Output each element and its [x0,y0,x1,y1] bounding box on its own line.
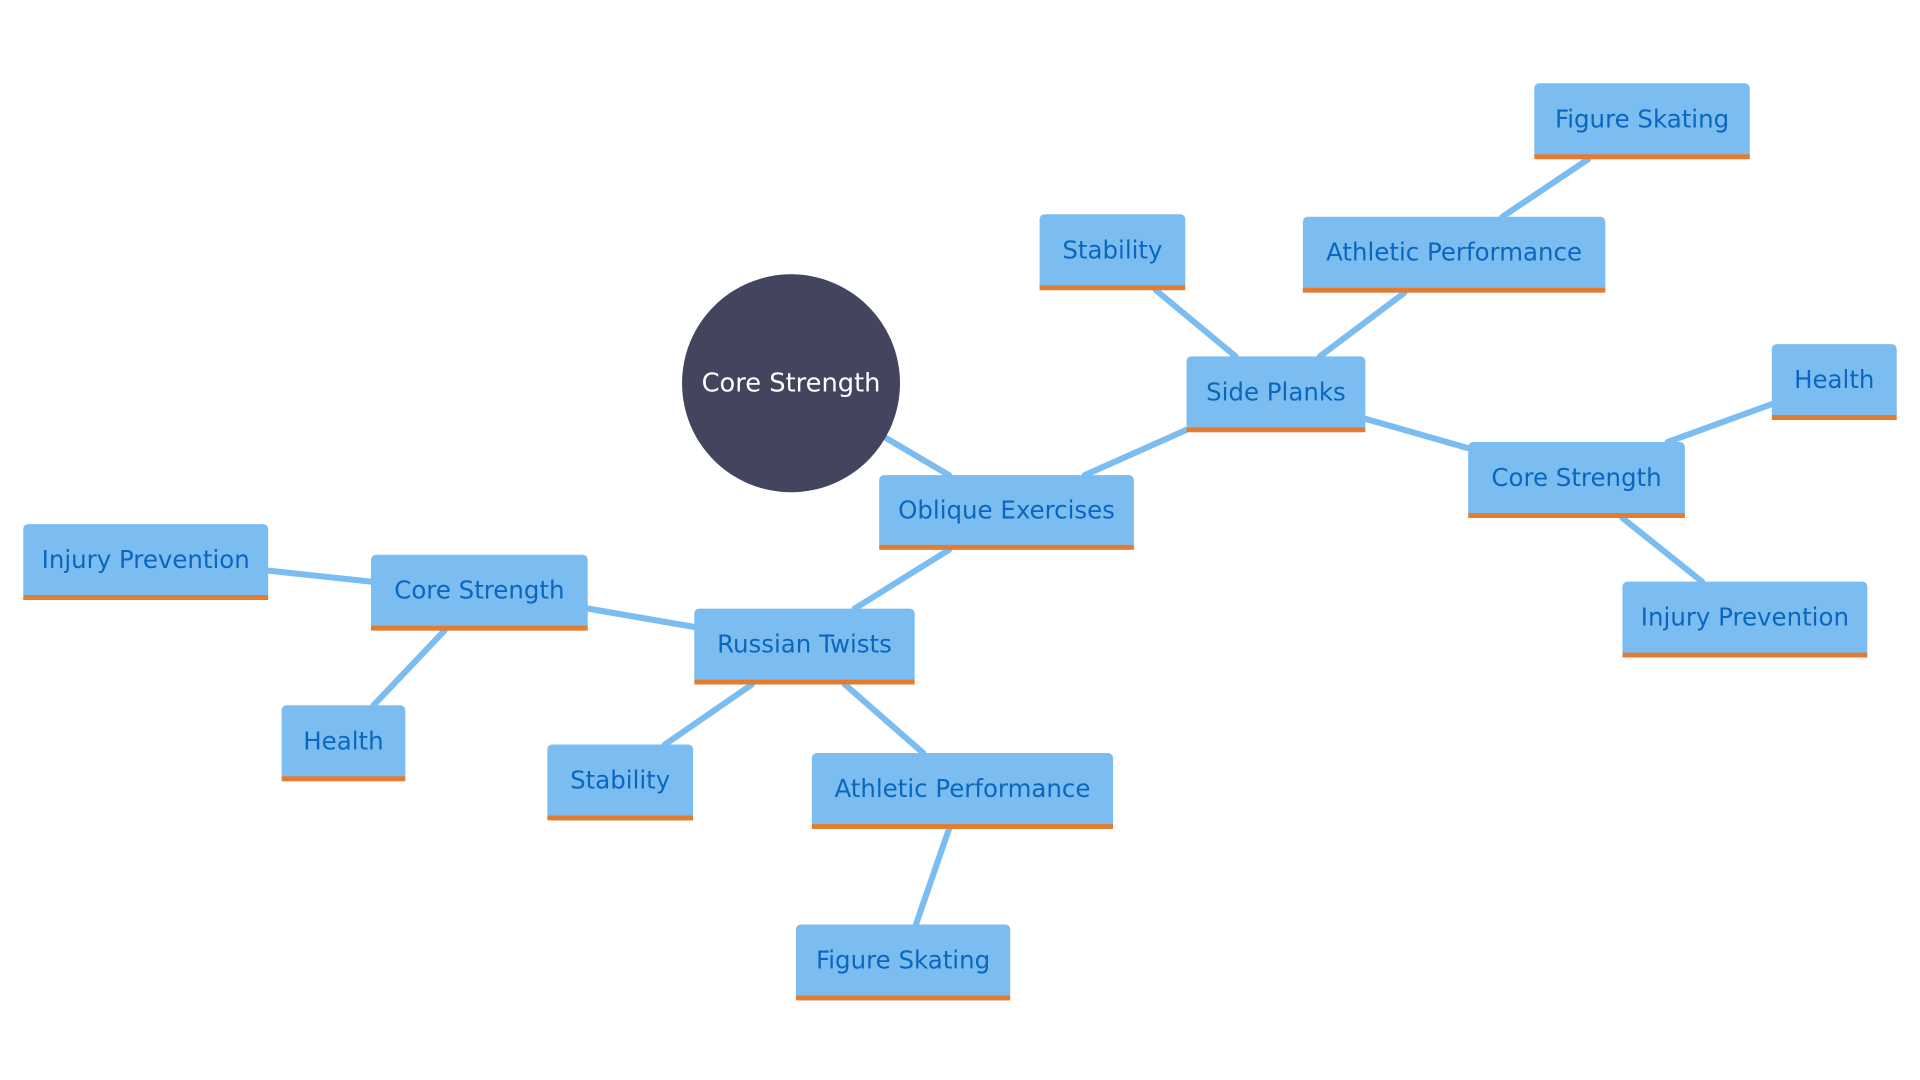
edge-sp_core-sp_injury [1619,514,1706,585]
node-underline [795,995,1011,1001]
node-rt-athletic[interactable]: Athletic Performance [811,753,1114,829]
node-underline [811,824,1114,829]
root-node[interactable]: Core Strength [682,274,900,493]
node-label: Stability [1062,235,1162,264]
node-underline [371,625,588,631]
node-underline [23,595,269,600]
node-underline [1468,513,1685,518]
edge-russian-rt_core [584,605,698,630]
node-underline [1302,287,1606,293]
edge-rt_athletic-rt_figure [912,825,953,928]
node-rt-health[interactable]: Health [281,705,406,782]
node-sideplanks[interactable]: Side Planks [1186,356,1366,433]
mind-map: Core Strength Oblique Exercises Side Plank… [23,83,1897,1001]
edge-rt_core-rt_health [370,627,448,709]
node-underline [879,544,1134,550]
node-sp-athletic[interactable]: Athletic Performance [1302,216,1606,293]
node-underline [1771,415,1897,420]
node-label: Athletic Performance [1326,238,1582,267]
node-label: Core Strength [1491,463,1661,492]
node-label: Health [303,726,383,755]
node-underline [694,679,915,685]
edge-root-oblique [883,435,953,479]
node-sp-core[interactable]: Core Strength [1468,442,1685,518]
node-underline [1534,154,1750,160]
node-label: Side Planks [1206,377,1346,406]
node-label: Injury Prevention [42,545,250,574]
edge-sp_athletic-sp_figure [1499,156,1592,220]
node-label: Athletic Performance [834,774,1090,803]
edge-russian-rt_athletic [841,681,927,757]
node-russian[interactable]: Russian Twists [694,608,915,685]
edge-sp_core-sp_health [1664,401,1775,446]
edge-oblique-sideplanks [1081,426,1190,479]
node-label: Stability [570,766,670,795]
node-underline [1186,427,1366,433]
node-sp-figure[interactable]: Figure Skating [1534,83,1750,160]
node-oblique[interactable]: Oblique Exercises [879,475,1134,550]
node-rt-core[interactable]: Core Strength [371,554,588,631]
node-rt-injury[interactable]: Injury Prevention [23,524,269,600]
node-underline [547,815,694,821]
node-label: Figure Skating [816,946,990,975]
node-label: Oblique Exercises [898,496,1115,525]
edge-sideplanks-sp_stability [1152,287,1239,360]
node-underline [1039,285,1186,291]
node-label: Health [1794,365,1874,394]
root-label: Core Strength [702,368,881,398]
node-sp-stability[interactable]: Stability [1039,214,1186,291]
edge-sideplanks-sp_core [1362,415,1472,452]
edge-rt_core-rt_injury [265,567,375,585]
edge-sideplanks-sp_athletic [1316,289,1408,360]
nodes: Core Strength Oblique Exercises Side Plank… [23,83,1897,1001]
edge-russian-rt_stability [661,681,755,748]
node-sp-health[interactable]: Health [1771,344,1897,420]
node-rt-figure[interactable]: Figure Skating [795,924,1011,1001]
node-rt-stability[interactable]: Stability [547,744,694,821]
node-sp-injury[interactable]: Injury Prevention [1622,581,1868,658]
node-underline [281,776,406,782]
node-label: Russian Twists [717,630,892,659]
node-label: Figure Skating [1555,104,1729,133]
node-label: Core Strength [394,576,564,605]
node-underline [1622,652,1868,658]
edge-oblique-russian [851,546,953,612]
node-label: Injury Prevention [1641,603,1849,632]
